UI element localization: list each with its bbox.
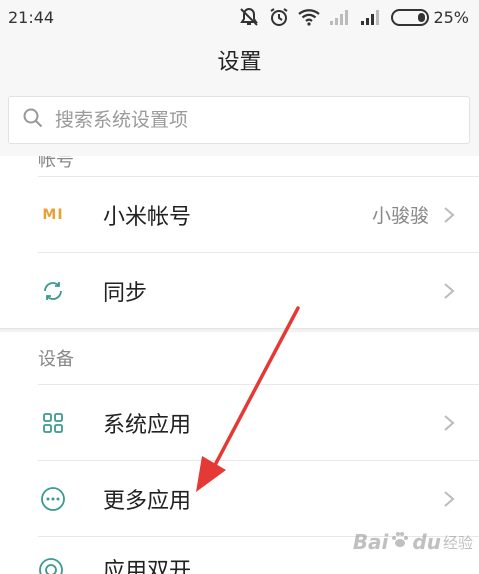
section-header-account: 帐号 [38,156,74,171]
chevron-right-icon [444,206,455,223]
search-icon [23,108,43,132]
grid-apps-icon [38,408,68,438]
wifi-icon [298,8,321,26]
battery-icon [391,8,430,26]
list-item-label: 系统应用 [103,412,192,438]
list-item-system-apps[interactable]: 系统应用 [38,384,479,460]
search-input[interactable] [55,109,435,131]
status-bar: 21:44 25% [0,0,479,34]
page-title: 设置 [217,50,262,75]
paw-icon [390,530,410,554]
watermark-logo: Bai du 经验 [352,530,473,554]
notification-muted-icon [238,7,260,27]
mi-logo-icon: MI [42,206,64,223]
more-dots-icon [38,484,68,514]
status-icons: 25% [238,7,469,27]
search-area [0,86,479,156]
status-time: 21:44 [8,7,55,27]
alarm-icon [269,7,289,27]
sync-icon [38,276,68,306]
chevron-right-icon [444,414,455,431]
section-header-device: 设备 [38,349,74,370]
chevron-right-icon [444,282,455,299]
signal-sim1-icon [360,8,382,26]
battery-indicator: 25% [391,8,469,27]
title-bar: 设置 [0,34,479,86]
chevron-right-icon [444,490,455,507]
settings-list: 帐号 MI 小米帐号 小骏骏 同步 设备 系统应用 更多应用 应用双开 [0,156,479,574]
list-item-label: 同步 [103,280,148,306]
list-item-label: 小米帐号 [103,204,192,230]
list-item-label: 更多应用 [103,488,192,514]
search-box[interactable] [8,96,470,144]
battery-fill [417,12,426,22]
list-item-label: 应用双开 [103,559,192,574]
list-item-mi-account[interactable]: MI 小米帐号 小骏骏 [38,176,479,252]
list-item-sync[interactable]: 同步 [38,252,479,328]
signal-sim2-icon [329,8,351,26]
dual-apps-icon [38,557,64,574]
list-item-value: 小骏骏 [371,205,429,227]
list-item-more-apps[interactable]: 更多应用 [38,460,479,536]
battery-percent: 25% [433,7,469,27]
